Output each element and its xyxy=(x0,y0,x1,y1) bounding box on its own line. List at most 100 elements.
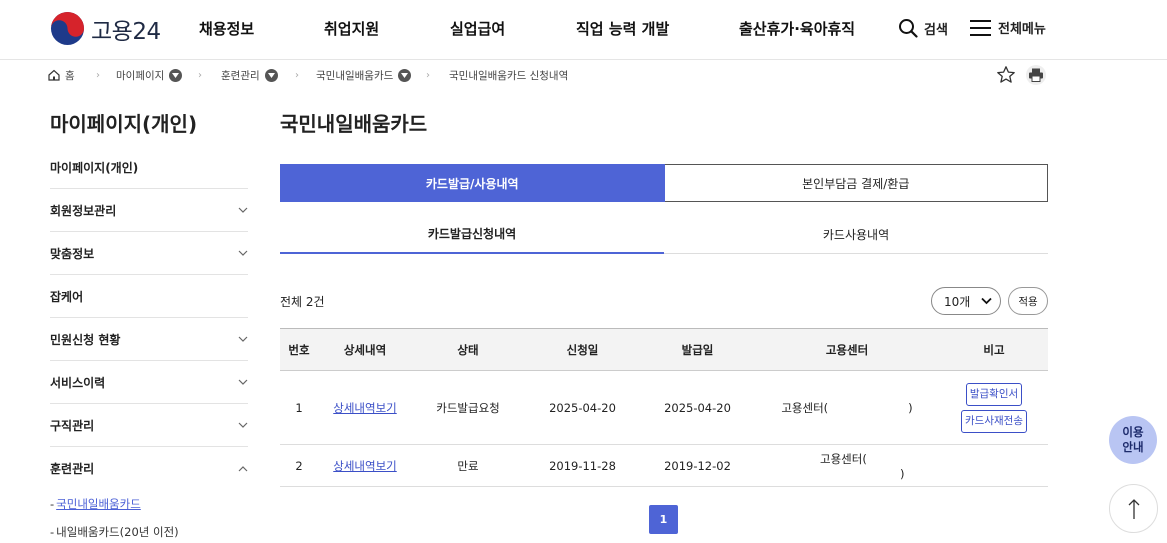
breadcrumb-current-label: 국민내일배움카드 신청내역 xyxy=(449,69,569,82)
hamburger-icon xyxy=(970,19,991,36)
card-resend-button[interactable]: 카드사재전송 xyxy=(961,409,1027,433)
breadcrumb-current: 국민내일배움카드 신청내역 xyxy=(449,66,568,84)
cell-no: 1 xyxy=(280,370,318,445)
header-detail: 상세내역 xyxy=(318,328,412,371)
sidebar-item-label: 훈련관리 xyxy=(50,462,95,476)
header-status: 상태 xyxy=(412,328,524,371)
nav-item-vocational-training[interactable]: 직업 능력 개발 xyxy=(576,18,669,39)
guide-label-line2: 안내 xyxy=(1122,440,1144,454)
logo-text: 고용24 xyxy=(91,18,161,45)
sidebar-item-label: 회원정보관리 xyxy=(50,203,117,218)
sidebar-item-label: 서비스이력 xyxy=(50,375,106,390)
cell-center: 고용센터() xyxy=(754,444,940,487)
center-close: ) xyxy=(908,400,913,415)
page-utilities xyxy=(996,65,1046,85)
center-name: 고용센터( xyxy=(781,400,829,415)
cell-no: 2 xyxy=(280,444,318,487)
breadcrumb-home[interactable]: 홈 xyxy=(48,66,75,84)
issue-certificate-button[interactable]: 발급확인서 xyxy=(965,382,1023,406)
breadcrumb-card-label: 국민내일배움카드 xyxy=(316,69,394,82)
usage-guide-button[interactable]: 이용 안내 xyxy=(1109,416,1157,464)
search-icon xyxy=(899,19,918,38)
chevron-up-icon xyxy=(238,465,248,471)
sidebar-item-label: 잡케어 xyxy=(50,289,84,304)
breadcrumb-mypage[interactable]: 마이페이지 xyxy=(116,66,183,84)
detail-link[interactable]: 상세내역보기 xyxy=(333,459,396,473)
chevron-down-icon xyxy=(238,336,248,342)
apply-button[interactable]: 적용 xyxy=(1008,287,1048,315)
chevron-down-icon[interactable] xyxy=(169,68,183,82)
table-header-row: 번호 상세내역 상태 신청일 발급일 고용센터 비고 xyxy=(280,328,1048,371)
sidebar-subitem-old-card[interactable]: - 내일배움카드(20년 이전) xyxy=(50,518,248,543)
sidebar-item-training[interactable]: 훈련관리 xyxy=(50,447,248,490)
sidebar-item-service-history[interactable]: 서비스이력 xyxy=(50,361,248,404)
sidebar-item-custom-info[interactable]: 맞춤정보 xyxy=(50,232,248,275)
sidebar-title: 마이페이지(개인) xyxy=(50,112,198,136)
sidebar-menu: 마이페이지(개인) 회원정보관리 맞춤정보 잡케어 민원신청 현황 서비스이력 … xyxy=(50,147,248,543)
center-close: ) xyxy=(900,466,905,481)
chevron-down-icon xyxy=(981,297,992,305)
cell-apply-date: 2019-11-28 xyxy=(524,444,641,487)
tab-card-application-history[interactable]: 카드발급신청내역 xyxy=(280,215,664,254)
nav-item-maternity-leave[interactable]: 출산휴가·육아휴직 xyxy=(739,18,855,39)
nav-item-employment-support[interactable]: 취업지원 xyxy=(324,18,379,39)
breadcrumb-training-label: 훈련관리 xyxy=(221,69,260,82)
header-remarks: 비고 xyxy=(940,328,1048,371)
segment-tabs: 카드발급/사용내역 본인부담금 결제/환급 xyxy=(280,164,1048,202)
cell-detail: 상세내역보기 xyxy=(318,370,412,445)
breadcrumb-separator: › xyxy=(426,69,430,81)
sidebar-item-label: 맞춤정보 xyxy=(50,246,95,261)
sidebar-item-job-seeking[interactable]: 구직관리 xyxy=(50,404,248,447)
tab-card-usage-history[interactable]: 카드사용내역 xyxy=(664,215,1048,253)
sidebar-subitem-label: 국민내일배움카드 xyxy=(56,497,141,511)
chevron-down-icon xyxy=(238,422,248,428)
star-icon[interactable] xyxy=(996,65,1016,85)
print-icon[interactable] xyxy=(1026,65,1046,85)
breadcrumb-card[interactable]: 국민내일배움카드 xyxy=(316,66,412,84)
pagination-page[interactable]: 1 xyxy=(649,505,678,534)
breadcrumb-training[interactable]: 훈련관리 xyxy=(221,66,278,84)
center-name: 고용센터( xyxy=(820,451,867,466)
chevron-down-icon[interactable] xyxy=(264,68,278,82)
cell-detail: 상세내역보기 xyxy=(318,444,412,487)
taegeuk-logo-icon xyxy=(50,11,85,46)
sidebar-item-label: 마이페이지(개인) xyxy=(50,161,139,175)
sidebar-item-member-info[interactable]: 회원정보관리 xyxy=(50,189,248,232)
cell-center: 고용센터() xyxy=(754,370,940,445)
sidebar-item-jobcare[interactable]: 잡케어 xyxy=(50,275,248,318)
page-size-select[interactable]: 10개 xyxy=(931,287,1001,315)
cell-apply-date: 2025-04-20 xyxy=(524,370,641,445)
table-row: 1 상세내역보기 카드발급요청 2025-04-20 2025-04-20 고용… xyxy=(280,370,1048,445)
all-menu-label: 전체메뉴 xyxy=(998,22,1046,37)
breadcrumb-home-label: 홈 xyxy=(65,69,75,82)
card-application-table: 번호 상세내역 상태 신청일 발급일 고용센터 비고 1 상세내역보기 카드발급… xyxy=(280,328,1048,487)
sidebar-subitem-label: 내일배움카드(20년 이전) xyxy=(56,525,179,539)
breadcrumb-mypage-label: 마이페이지 xyxy=(116,69,165,82)
site-header: 고용24 채용정보 취업지원 실업급여 직업 능력 개발 출산휴가·육아휴직 검… xyxy=(0,0,1167,60)
nav-item-unemployment-benefit[interactable]: 실업급여 xyxy=(450,18,505,39)
breadcrumb-separator: › xyxy=(96,69,100,81)
guide-label-line1: 이용 xyxy=(1122,425,1144,439)
bullet-dash: - xyxy=(50,525,55,539)
chevron-down-icon[interactable] xyxy=(398,68,412,82)
search-button[interactable]: 검색 xyxy=(898,18,948,38)
sidebar-subitem-national-card[interactable]: - 국민내일배움카드 xyxy=(50,490,248,518)
sidebar-item-civil-request[interactable]: 민원신청 현황 xyxy=(50,318,248,361)
nav-item-jobs[interactable]: 채용정보 xyxy=(199,18,254,39)
header-issue-date: 발급일 xyxy=(641,328,754,371)
sidebar-item-label: 구직관리 xyxy=(50,418,95,433)
scroll-top-button[interactable] xyxy=(1109,484,1158,533)
bullet-dash: - xyxy=(50,497,55,511)
detail-link[interactable]: 상세내역보기 xyxy=(333,401,396,415)
sidebar-item-label: 민원신청 현황 xyxy=(50,332,121,347)
chevron-down-icon xyxy=(238,250,248,256)
all-menu-button[interactable]: 전체메뉴 xyxy=(970,18,1046,37)
page-title: 국민내일배움카드 xyxy=(280,112,428,136)
cell-remarks xyxy=(940,444,1048,487)
cell-issue-date: 2019-12-02 xyxy=(641,444,754,487)
cell-remarks: 발급확인서 카드사재전송 xyxy=(940,370,1048,445)
tab-card-issue-usage[interactable]: 카드발급/사용내역 xyxy=(280,164,665,202)
tab-copay-refund[interactable]: 본인부담금 결제/환급 xyxy=(665,165,1048,201)
sidebar-item-mypage[interactable]: 마이페이지(개인) xyxy=(50,147,248,189)
logo[interactable]: 고용24 xyxy=(50,11,161,46)
